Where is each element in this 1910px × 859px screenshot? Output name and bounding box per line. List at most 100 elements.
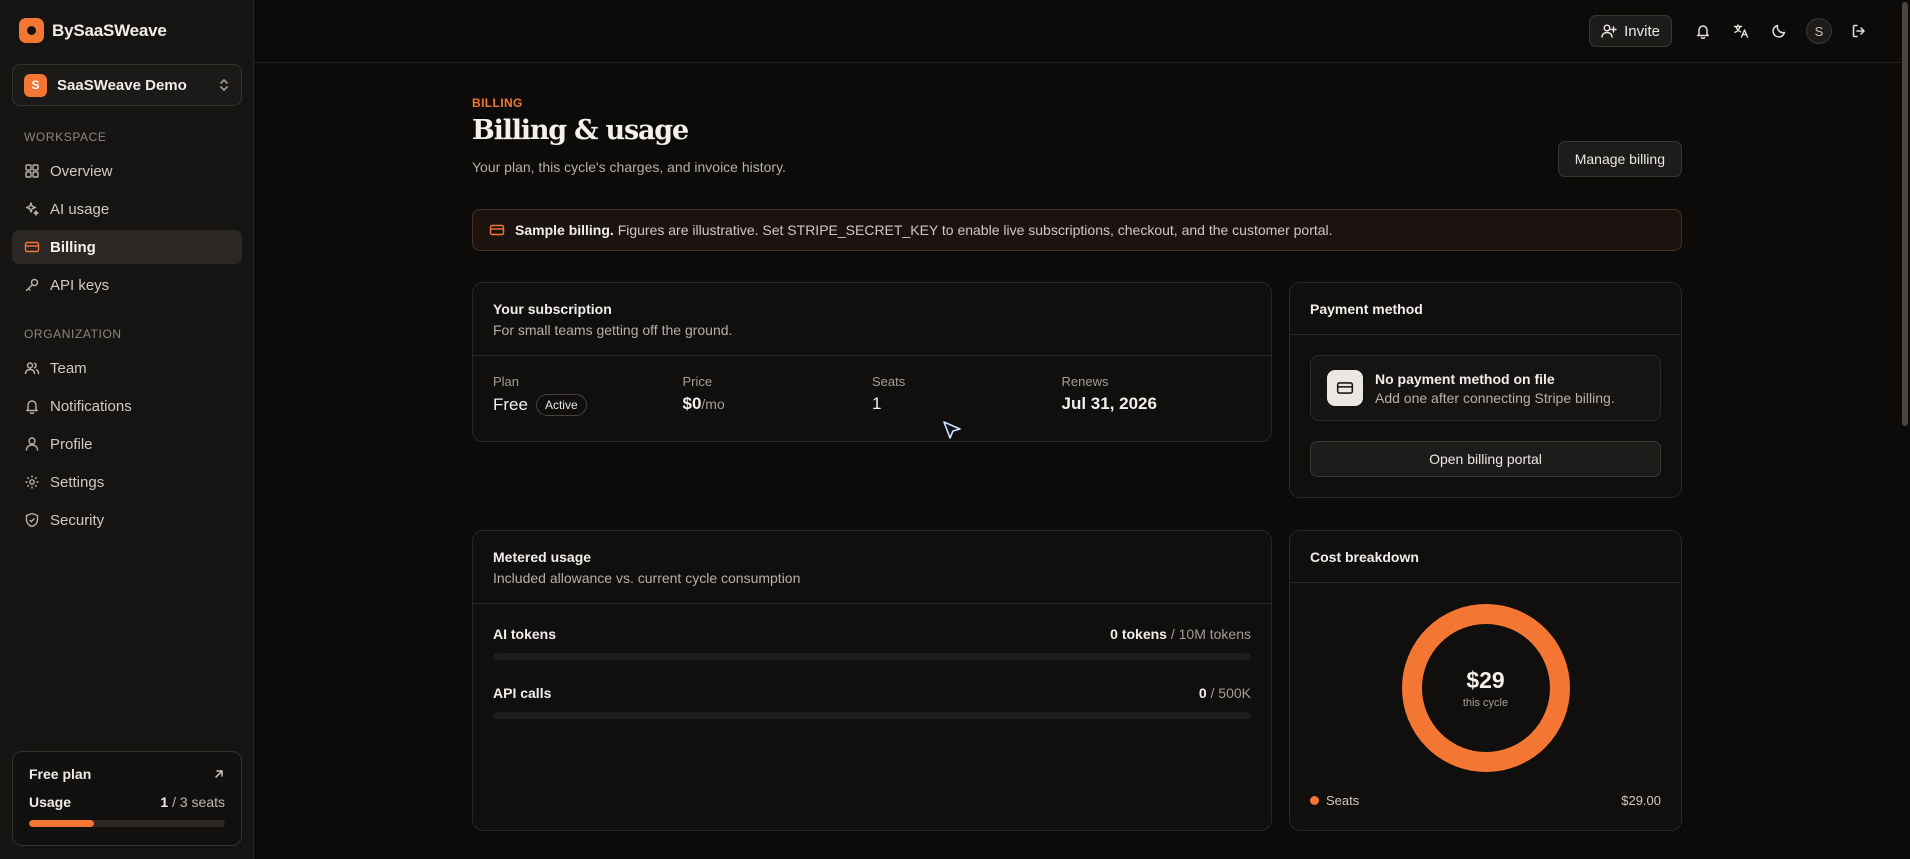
plan-card-title: Free plan [29, 766, 92, 782]
brand[interactable]: BySaaSWeave [19, 18, 167, 43]
sidebar-item-label: API keys [50, 276, 110, 294]
legend-value: $29.00 [1621, 793, 1661, 808]
renews-label: Renews [1061, 374, 1109, 389]
sidebar-item-label: AI usage [50, 200, 110, 218]
notice-body: Figures are illustrative. Set STRIPE_SEC… [617, 222, 1333, 238]
sidebar-item-ai-usage[interactable]: AI usage [12, 192, 242, 226]
sparkles-icon [25, 202, 39, 216]
manage-billing-button[interactable]: Manage billing [1557, 141, 1682, 177]
topbar: Invite S [254, 0, 1910, 63]
sidebar-item-overview[interactable]: Overview [12, 154, 242, 188]
cost-title: Cost breakdown [1310, 549, 1419, 565]
meter-api-calls: API calls 0 / 500K [473, 685, 1271, 719]
notice-strong: Sample billing. [515, 222, 614, 238]
sidebar-item-api-keys[interactable]: API keys [12, 268, 242, 302]
payment-title: Payment method [1310, 301, 1423, 317]
workspace-avatar: S [24, 73, 47, 97]
invite-label: Invite [1624, 22, 1660, 40]
shield-icon [25, 512, 39, 528]
users-icon [24, 362, 40, 375]
workspace-name: SaaSWeave Demo [57, 76, 187, 94]
sidebar-item-label: Billing [50, 238, 96, 256]
sidebar-item-notifications[interactable]: Notifications [12, 389, 242, 423]
plan-value: Free [493, 395, 528, 414]
renews-value: Jul 31, 2026 [1061, 394, 1157, 413]
meter-used: 0 [1198, 685, 1207, 701]
open-billing-portal-button[interactable]: Open billing portal [1310, 441, 1661, 477]
meter-label: API calls [493, 685, 552, 701]
sidebar-item-settings[interactable]: Settings [12, 465, 242, 499]
workspace-switcher[interactable]: S SaaSWeave Demo [12, 64, 242, 106]
arrow-up-right-icon[interactable] [213, 768, 225, 780]
notifications-button[interactable] [1688, 16, 1718, 46]
brand-logo-icon [19, 18, 44, 43]
user-plus-icon [1601, 24, 1617, 38]
credit-card-icon [1327, 370, 1363, 406]
sidebar-item-label: Settings [50, 473, 105, 491]
sidebar-item-label: Notifications [50, 397, 132, 415]
main-content: Invite S BILLING Billing & usage Your pl… [254, 0, 1910, 859]
payment-empty-state: No payment method on file Add one after … [1310, 355, 1661, 421]
sidebar: BySaaSWeave S SaaSWeave Demo WORKSPACE O… [0, 0, 254, 859]
notice-text: Sample billing. Figures are illustrative… [515, 222, 1333, 238]
sidebar-item-label: Team [50, 359, 87, 377]
meter-limit: / 10M tokens [1170, 626, 1251, 642]
credit-card-icon [24, 241, 40, 253]
legend-dot [1310, 796, 1319, 805]
page-title: Billing & usage [472, 115, 689, 146]
subscription-card: Your subscription For small teams gettin… [472, 282, 1272, 442]
payment-empty-desc: Add one after connecting Stripe billing. [1375, 389, 1615, 406]
meter-value: 0 / 500K [1199, 685, 1251, 701]
payment-empty-title: No payment method on file [1375, 370, 1555, 387]
invite-button[interactable]: Invite [1589, 15, 1672, 47]
seats-value: 1 [872, 394, 882, 413]
price-unit: /mo [701, 396, 725, 412]
gear-icon [25, 475, 39, 489]
price-field: Price $0 /mo [683, 374, 873, 416]
user-icon [25, 437, 39, 451]
bell-icon [1697, 25, 1709, 39]
theme-toggle-button[interactable] [1764, 16, 1794, 46]
credit-card-icon [489, 224, 505, 236]
subscription-desc: For small teams getting off the ground. [493, 322, 733, 338]
sidebar-item-profile[interactable]: Profile [12, 427, 242, 461]
renews-field: Renews Jul 31, 2026 [1062, 374, 1252, 416]
language-button[interactable] [1726, 16, 1756, 46]
legend-label: Seats [1326, 793, 1360, 808]
meter-value: 0 tokens / 10M tokens [1110, 626, 1251, 642]
plan-usage-value: 1 / 3 seats [160, 794, 225, 810]
page-scrollbar[interactable] [1900, 0, 1910, 859]
sidebar-item-label: Profile [50, 435, 93, 453]
legend-item-seats: Seats $29.00 [1310, 793, 1661, 808]
cost-caption: this cycle [1462, 697, 1509, 709]
scrollbar-thumb[interactable] [1902, 2, 1908, 426]
section-label-organization: ORGANIZATION [24, 327, 122, 341]
divider [1290, 334, 1681, 335]
sidebar-item-security[interactable]: Security [12, 503, 242, 537]
metered-title: Metered usage [493, 549, 592, 565]
plan-usage-label: Usage [29, 794, 72, 810]
sign-out-button[interactable] [1844, 16, 1874, 46]
meter-bar [493, 653, 1251, 660]
key-icon [25, 278, 39, 292]
translate-icon [1733, 24, 1749, 38]
cost-breakdown-card: Cost breakdown $29 this cycle Seats $29.… [1289, 530, 1682, 831]
plan-label: Plan [493, 374, 520, 389]
payment-method-card: Payment method No payment method on file… [1289, 282, 1682, 498]
meter-used: 0 tokens [1110, 626, 1167, 642]
plan-usage-bar [29, 820, 225, 827]
page-eyebrow: BILLING [472, 96, 523, 110]
sidebar-item-team[interactable]: Team [12, 351, 242, 385]
sidebar-item-label: Overview [50, 162, 113, 180]
meter-label: AI tokens [493, 626, 557, 642]
price-label: Price [682, 374, 713, 389]
sample-billing-notice: Sample billing. Figures are illustrative… [472, 209, 1682, 251]
plan-card[interactable]: Free plan Usage 1 / 3 seats [12, 751, 242, 846]
user-avatar[interactable]: S [1806, 18, 1832, 44]
sidebar-item-billing[interactable]: Billing [12, 230, 242, 264]
bell-icon [26, 400, 38, 414]
plan-field: Plan Free Active [493, 374, 683, 416]
moon-icon [1772, 24, 1786, 38]
plan-usage-bar-fill [29, 820, 94, 827]
meter-bar [493, 712, 1251, 719]
